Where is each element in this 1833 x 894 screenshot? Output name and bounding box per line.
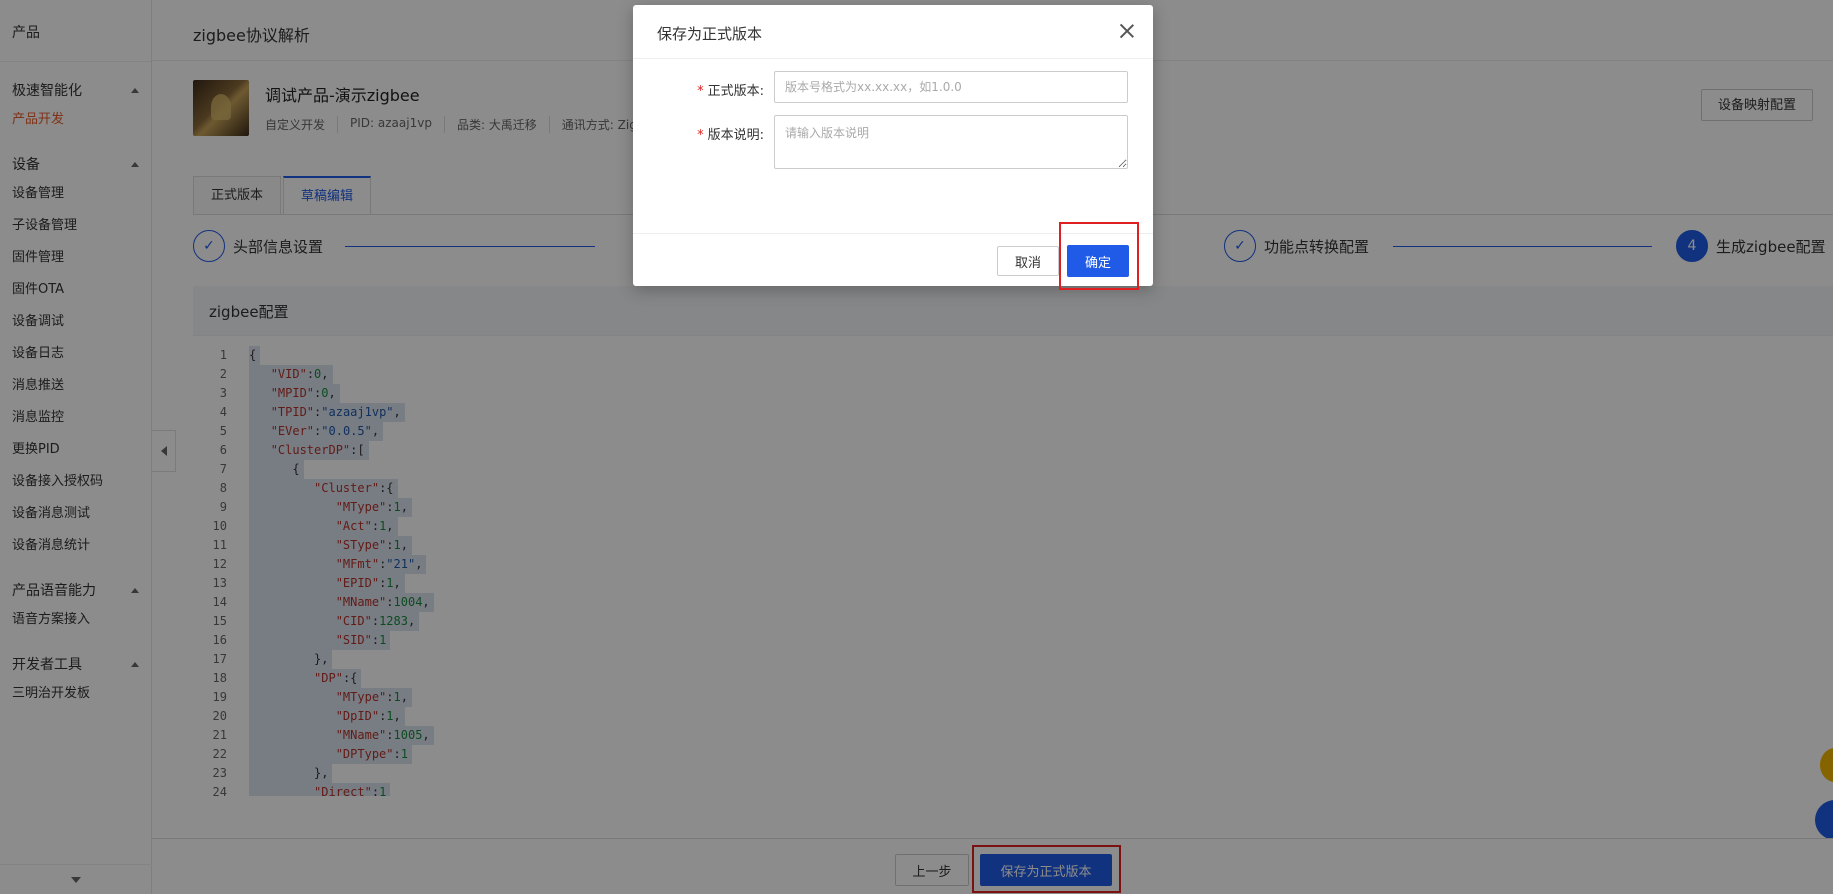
close-icon[interactable] (1119, 23, 1135, 39)
version-row: * 正式版本: (633, 71, 1128, 103)
cancel-button[interactable]: 取消 (997, 246, 1059, 276)
save-release-dialog: 保存为正式版本 *正式版本: *版本说明: 取消 确定 (633, 5, 1153, 290)
dialog-title: 保存为正式版本 (657, 25, 763, 43)
dialog-header: 保存为正式版本 (633, 5, 1153, 59)
required-mark: * (697, 84, 704, 99)
version-label: * 正式版本: (697, 84, 764, 99)
highlight-box (1059, 222, 1139, 290)
description-textarea[interactable] (774, 115, 1128, 169)
description-row: * 版本说明: (633, 115, 1128, 169)
description-label: * 版本说明: (697, 128, 764, 143)
required-mark: * (697, 128, 704, 143)
version-input[interactable] (774, 71, 1128, 103)
